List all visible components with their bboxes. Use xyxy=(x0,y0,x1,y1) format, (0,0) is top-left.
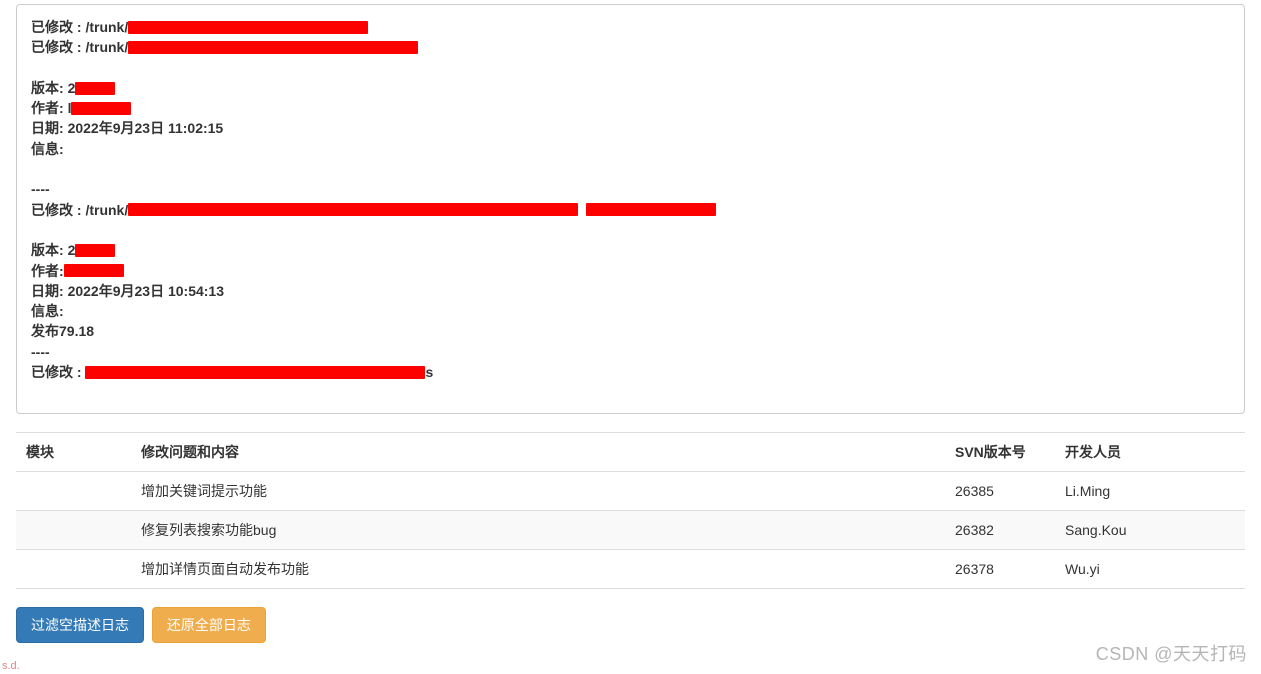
col-header-content: 修改问题和内容 xyxy=(131,433,945,472)
table-row: 修复列表搜索功能bug 26382 Sang.Kou xyxy=(16,511,1245,550)
log-separator: ---- xyxy=(31,342,1230,362)
table-row: 增加详情页面自动发布功能 26378 Wu.yi xyxy=(16,550,1245,589)
log-date-line: 日期: 2022年9月23日 11:02:15 xyxy=(31,118,1230,138)
cell-dev: Li.Ming xyxy=(1055,472,1245,511)
cell-module xyxy=(16,511,131,550)
redacted-block xyxy=(85,366,425,379)
log-version-line: 版本: 2 xyxy=(31,78,1230,98)
cell-dev: Sang.Kou xyxy=(1055,511,1245,550)
redacted-block xyxy=(128,203,578,216)
changes-table-wrap: 模块 修改问题和内容 SVN版本号 开发人员 增加关键词提示功能 26385 L… xyxy=(16,432,1245,589)
log-release-line: 发布79.18 xyxy=(31,321,1230,341)
redacted-block xyxy=(75,244,115,257)
cell-svn: 26385 xyxy=(945,472,1055,511)
bottom-left-hint: s.d. xyxy=(2,660,20,672)
log-author-line: 作者: xyxy=(31,261,1230,281)
changes-table: 模块 修改问题和内容 SVN版本号 开发人员 增加关键词提示功能 26385 L… xyxy=(16,432,1245,589)
log-line: 已修改 : /trunk/ xyxy=(31,37,1230,57)
log-textarea[interactable]: 已修改 : /trunk/ 已修改 : /trunk/ 版本: 2 作者: l … xyxy=(16,4,1245,414)
log-date-line: 日期: 2022年9月23日 10:54:13 xyxy=(31,281,1230,301)
cell-content: 修复列表搜索功能bug xyxy=(131,511,945,550)
button-row: 过滤空描述日志 还原全部日志 xyxy=(16,607,1245,643)
log-modified-line: 已修改 : s xyxy=(31,362,1230,382)
log-info-line: 信息: xyxy=(31,301,1230,321)
cell-svn: 26378 xyxy=(945,550,1055,589)
table-header-row: 模块 修改问题和内容 SVN版本号 开发人员 xyxy=(16,433,1245,472)
log-separator: ---- xyxy=(31,179,1230,199)
cell-svn: 26382 xyxy=(945,511,1055,550)
log-line: 已修改 : /trunk/ xyxy=(31,17,1230,37)
cell-content: 增加关键词提示功能 xyxy=(131,472,945,511)
col-header-svn: SVN版本号 xyxy=(945,433,1055,472)
log-author-line: 作者: l xyxy=(31,98,1230,118)
log-info-line: 信息: xyxy=(31,139,1230,159)
redacted-block xyxy=(71,102,131,115)
watermark: CSDN @天天打码 xyxy=(1096,640,1247,666)
redacted-block xyxy=(128,21,368,34)
log-modified-line: 已修改 : /trunk/ xyxy=(31,200,1230,220)
restore-all-log-button[interactable]: 还原全部日志 xyxy=(152,607,266,643)
log-version-line: 版本: 2 xyxy=(31,240,1230,260)
redacted-block xyxy=(128,41,418,54)
filter-empty-log-button[interactable]: 过滤空描述日志 xyxy=(16,607,144,643)
col-header-dev: 开发人员 xyxy=(1055,433,1245,472)
cell-module xyxy=(16,472,131,511)
cell-module xyxy=(16,550,131,589)
col-header-module: 模块 xyxy=(16,433,131,472)
redacted-block xyxy=(64,264,124,277)
cell-dev: Wu.yi xyxy=(1055,550,1245,589)
table-row: 增加关键词提示功能 26385 Li.Ming xyxy=(16,472,1245,511)
cell-content: 增加详情页面自动发布功能 xyxy=(131,550,945,589)
redacted-block xyxy=(75,82,115,95)
redacted-block xyxy=(586,203,716,216)
